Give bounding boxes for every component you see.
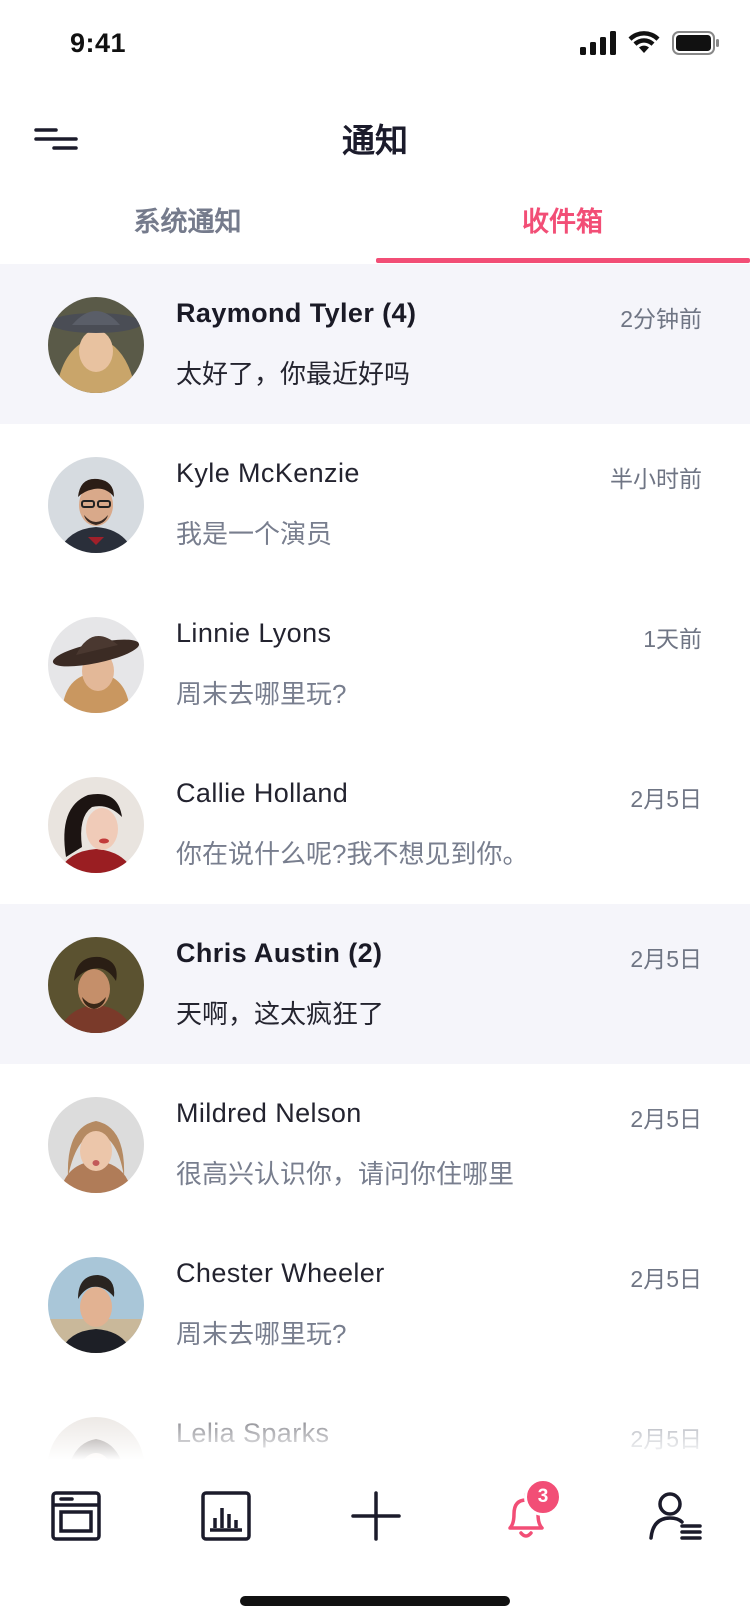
plus-icon xyxy=(351,1491,401,1541)
tab-notifications[interactable]: 3 xyxy=(486,1476,566,1556)
avatar xyxy=(48,617,144,713)
tab-inbox[interactable]: 收件箱 xyxy=(375,192,750,264)
message-row[interactable]: Callie Holland 2月5日 你在说什么呢?我不想见到你。 xyxy=(0,744,750,904)
battery-icon xyxy=(672,31,719,55)
message-preview: 周末去哪里玩? xyxy=(176,1319,347,1349)
avatar xyxy=(48,1097,144,1193)
message-time: 2月5日 xyxy=(630,1266,702,1292)
tab-home[interactable] xyxy=(36,1476,116,1556)
message-preview: 我是一个演员 xyxy=(176,519,333,549)
sender-name: Kyle McKenzie xyxy=(176,458,360,488)
message-time: 半小时前 xyxy=(610,466,702,492)
message-row[interactable]: Chester Wheeler 2月5日 周末去哪里玩? xyxy=(0,1224,750,1384)
sender-name: Linnie Lyons xyxy=(176,618,332,648)
message-list: Raymond Tyler (4) 2分钟前 太好了，你最近好吗 Kyle Mc… xyxy=(0,264,750,1460)
message-row[interactable]: Mildred Nelson 2月5日 很高兴认识你，请问你住哪里 xyxy=(0,1064,750,1224)
nav-bar: 通知 xyxy=(0,92,750,192)
page-title: 通知 xyxy=(342,122,408,159)
message-time: 1天前 xyxy=(643,626,702,652)
sender-name: Mildred Nelson xyxy=(176,1098,362,1128)
status-bar: 9:41 xyxy=(0,0,750,92)
tab-profile[interactable] xyxy=(636,1476,716,1556)
avatar xyxy=(48,777,144,873)
message-time: 2分钟前 xyxy=(620,306,702,332)
avatar xyxy=(48,1417,144,1460)
notification-badge: 3 xyxy=(524,1478,562,1516)
browser-icon xyxy=(51,1491,101,1541)
message-row[interactable]: Linnie Lyons 1天前 周末去哪里玩? xyxy=(0,584,750,744)
sender-name: Chris Austin (2) xyxy=(176,938,383,968)
active-tab-indicator xyxy=(376,258,750,263)
message-time: 2月5日 xyxy=(630,786,702,812)
profile-icon xyxy=(649,1492,702,1540)
message-preview: 你在说什么呢?我不想见到你。 xyxy=(176,839,529,869)
message-row[interactable]: Lelia Sparks 2月5日 xyxy=(0,1384,750,1460)
message-preview: 太好了，你最近好吗 xyxy=(176,359,411,389)
tab-stats[interactable] xyxy=(186,1476,266,1556)
tab-bar-top: 系统通知 收件箱 xyxy=(0,192,750,264)
wifi-icon xyxy=(628,31,660,53)
tab-create[interactable] xyxy=(336,1476,416,1556)
home-indicator[interactable] xyxy=(240,1596,510,1606)
message-row[interactable]: Chris Austin (2) 2月5日 天啊，这太疯狂了 xyxy=(0,904,750,1064)
sender-name: Lelia Sparks xyxy=(176,1418,330,1448)
message-row[interactable]: Kyle McKenzie 半小时前 我是一个演员 xyxy=(0,424,750,584)
avatar xyxy=(48,937,144,1033)
tab-system-notifications[interactable]: 系统通知 xyxy=(0,192,375,264)
sender-name: Chester Wheeler xyxy=(176,1258,385,1288)
message-preview: 周末去哪里玩? xyxy=(176,679,347,709)
chart-icon xyxy=(201,1491,251,1541)
message-preview: 很高兴认识你，请问你住哪里 xyxy=(176,1159,515,1189)
signal-icon xyxy=(580,31,616,55)
message-row[interactable]: Raymond Tyler (4) 2分钟前 太好了，你最近好吗 xyxy=(0,264,750,424)
avatar xyxy=(48,1257,144,1353)
message-preview: 天啊，这太疯狂了 xyxy=(176,999,385,1029)
message-time: 2月5日 xyxy=(630,1106,702,1132)
sender-name: Callie Holland xyxy=(176,778,349,808)
avatar xyxy=(48,457,144,553)
sender-name: Raymond Tyler (4) xyxy=(176,298,417,328)
status-icons xyxy=(580,31,720,55)
message-time: 2月5日 xyxy=(630,1426,702,1452)
avatar xyxy=(48,297,144,393)
status-time: 9:41 xyxy=(70,28,127,58)
message-time: 2月5日 xyxy=(630,946,702,972)
